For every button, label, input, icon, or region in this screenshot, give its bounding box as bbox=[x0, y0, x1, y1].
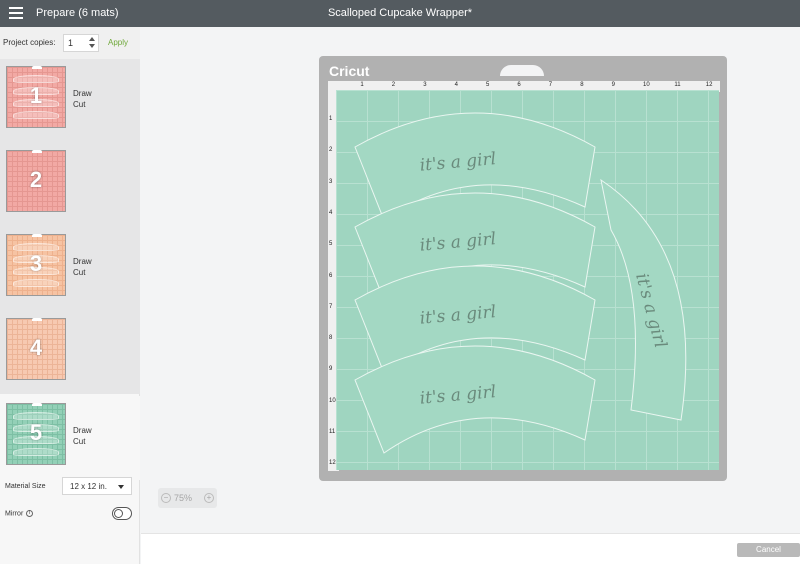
zoom-out-icon[interactable]: − bbox=[161, 493, 171, 503]
mat-thumbnail: 2 bbox=[6, 150, 66, 212]
mat-item-1[interactable]: 1 Draw Cut bbox=[0, 59, 140, 143]
info-icon[interactable]: i bbox=[26, 510, 34, 517]
material-size-select[interactable]: 12 x 12 in. bbox=[62, 477, 132, 495]
ruler-tick-label: 11 bbox=[329, 429, 336, 435]
ruler-tick-label: 5 bbox=[329, 241, 333, 248]
mat-operations: Draw Cut bbox=[73, 88, 92, 110]
mat-number: 2 bbox=[29, 167, 43, 192]
project-copies-label: Project copies: bbox=[3, 38, 56, 47]
mat-list: 1 Draw Cut 2 3 Draw Cut 4 bbox=[0, 59, 140, 394]
material-size-value: 12 x 12 in. bbox=[70, 482, 107, 491]
ruler-tick-label: 6 bbox=[517, 82, 521, 88]
mat-op-draw: Draw bbox=[73, 257, 92, 266]
project-copies-bar: Project copies: 1 Apply bbox=[0, 27, 140, 59]
ruler-tick-label: 9 bbox=[611, 82, 615, 88]
mat-op-draw: Draw bbox=[73, 426, 92, 435]
mat-op-cut: Cut bbox=[73, 437, 86, 446]
ruler-tick-label: 3 bbox=[423, 82, 427, 88]
ruler-tick-label: 7 bbox=[329, 303, 333, 310]
mirror-label: Mirror i bbox=[5, 510, 34, 518]
mat-item-5[interactable]: 5 Draw Cut bbox=[0, 396, 140, 480]
mat-handle bbox=[500, 65, 544, 76]
ruler-tick-label: 10 bbox=[643, 82, 650, 88]
ruler-tick-label: 2 bbox=[329, 147, 333, 154]
ruler-tick-label: 10 bbox=[329, 397, 336, 404]
cricut-logo: Cricut bbox=[329, 63, 370, 79]
apply-button[interactable]: Apply bbox=[108, 38, 128, 47]
mat-thumbnail-shape bbox=[13, 99, 59, 107]
mat-op-cut: Cut bbox=[73, 268, 86, 277]
mat-item-2[interactable]: 2 bbox=[0, 143, 140, 227]
mat-thumbnail: 1 bbox=[6, 66, 66, 128]
ruler-tick-label: 4 bbox=[454, 82, 458, 88]
mat-thumbnail: 3 bbox=[6, 234, 66, 296]
zoom-value: 75% bbox=[174, 493, 193, 503]
mat-thumbnail-shape bbox=[13, 412, 59, 420]
ruler-tick-label: 8 bbox=[580, 82, 584, 88]
mat-thumbnail-shape bbox=[13, 279, 59, 287]
project-copies-input[interactable]: 1 bbox=[63, 34, 99, 52]
ruler-tick-label: 1 bbox=[360, 82, 364, 88]
ruler-tick-label: 9 bbox=[329, 366, 333, 373]
material-size-label: Material Size bbox=[5, 483, 46, 490]
wrapper-layout: it's a girl it's a girl it's a girl it's… bbox=[354, 112, 687, 454]
mat-thumbnail-shape bbox=[13, 111, 59, 119]
mat-thumbnail-shape bbox=[13, 243, 59, 251]
mat-thumbnail-shape bbox=[13, 87, 59, 95]
mat-thumbnail-shape bbox=[13, 436, 59, 444]
mat-operations: Draw Cut bbox=[73, 425, 92, 447]
mirror-label-text: Mirror bbox=[5, 510, 24, 518]
ruler-tick-label: 3 bbox=[329, 178, 333, 185]
zoom-in-icon[interactable]: + bbox=[204, 493, 214, 503]
ruler-tick-label: 8 bbox=[329, 335, 333, 342]
chevron-down-icon bbox=[118, 485, 124, 489]
cutting-mat: Cricut 0123456789101112 123456789101112 … bbox=[319, 56, 727, 481]
ruler-tick-label: 1 bbox=[329, 116, 333, 122]
mat-thumbnail-shape bbox=[13, 448, 59, 456]
ruler-tick-label: 5 bbox=[486, 82, 490, 88]
footer-bar bbox=[141, 533, 800, 564]
project-title: Scalloped Cupcake Wrapper* bbox=[327, 7, 473, 19]
zoom-control: − 75% + bbox=[158, 488, 217, 508]
mat-number: 4 bbox=[29, 335, 43, 360]
mat-op-cut: Cut bbox=[73, 100, 86, 109]
mat-thumbnail-shape bbox=[13, 75, 59, 83]
mat-grid: it's a girl it's a girl it's a girl it's… bbox=[336, 90, 719, 470]
ruler-tick-label: 11 bbox=[674, 82, 681, 88]
mat-thumbnail-shape bbox=[13, 424, 59, 432]
mat-item-3[interactable]: 3 Draw Cut bbox=[0, 227, 140, 311]
ruler-tick-label: 6 bbox=[329, 272, 333, 279]
toggle-knob bbox=[114, 509, 123, 518]
project-copies-value: 1 bbox=[68, 38, 74, 48]
mat-operations: Draw Cut bbox=[73, 256, 92, 278]
stepper-up-icon[interactable] bbox=[89, 37, 95, 41]
mat-thumbnail-shape bbox=[13, 255, 59, 263]
copies-stepper[interactable] bbox=[88, 36, 96, 50]
sidebar: Project copies: 1 Apply 1 Draw Cut 2 3 Dr… bbox=[0, 27, 140, 564]
ruler-tick-label: 12 bbox=[705, 82, 713, 88]
mat-op-draw: Draw bbox=[73, 89, 92, 98]
mat-thumbnail: 4 bbox=[6, 318, 66, 380]
ruler-tick-label: 7 bbox=[548, 82, 553, 88]
wrapper-shape-vertical[interactable]: it's a girl bbox=[600, 178, 687, 421]
cancel-button[interactable]: Cancel bbox=[737, 543, 800, 557]
stepper-down-icon[interactable] bbox=[89, 44, 95, 48]
mat-thumbnail: 5 bbox=[6, 403, 66, 465]
ruler-tick-label: 12 bbox=[329, 460, 336, 467]
mirror-toggle[interactable] bbox=[112, 507, 132, 520]
ruler-tick-label: 4 bbox=[329, 209, 333, 216]
top-bar: Prepare (6 mats) Scalloped Cupcake Wrapp… bbox=[0, 0, 800, 27]
ruler-tick-label: 2 bbox=[391, 82, 396, 88]
mat-item-4[interactable]: 4 bbox=[0, 311, 140, 395]
mat-thumbnail-shape bbox=[13, 267, 59, 275]
